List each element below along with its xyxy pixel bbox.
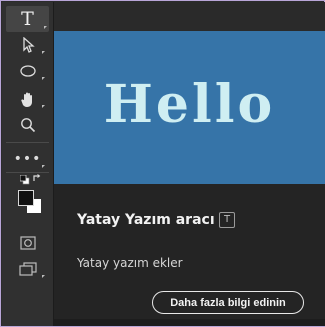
ellipse-tool[interactable] [2, 58, 53, 84]
tool-description: Yatay yazım ekler [77, 256, 183, 270]
default-colors-icon[interactable] [20, 175, 30, 185]
path-selection-flyout-indicator [42, 51, 45, 54]
ellipsis-icon: ••• [13, 151, 42, 167]
screen-mode-flyout-indicator [42, 275, 45, 278]
hello-preview-text: Hello [103, 74, 276, 135]
more-tools-flyout-indicator [42, 165, 45, 168]
swap-colors-icon[interactable] [33, 174, 43, 184]
path-selection-tool[interactable] [2, 32, 53, 58]
quick-mask[interactable] [2, 230, 53, 256]
options-strip [54, 2, 325, 31]
type-tool[interactable]: T [6, 6, 49, 32]
tooltip-preview-image: Hello [54, 31, 325, 184]
bottom-edge [54, 319, 325, 326]
foreground-color-swatch[interactable] [18, 190, 34, 206]
screen-mode[interactable] [2, 256, 53, 282]
ellipse-flyout-indicator [42, 77, 45, 80]
magnifier-icon [20, 118, 35, 133]
color-swatches[interactable] [18, 190, 42, 214]
type-tool-icon: T [21, 8, 34, 30]
shortcut-key-badge: T [219, 212, 235, 228]
hand-icon [20, 92, 32, 107]
toolbar-divider [6, 142, 49, 143]
zoom-tool[interactable] [2, 112, 53, 138]
ellipse-icon [19, 65, 36, 77]
tool-name: Yatay Yazım aracı [77, 212, 215, 228]
hand-tool[interactable] [2, 86, 53, 112]
hand-flyout-indicator [42, 105, 45, 108]
quick-mask-icon [19, 236, 36, 250]
rich-tooltip: Yatay Yazım aracı T Yatay yazım ekler Da… [54, 184, 325, 326]
color-controls [20, 174, 42, 186]
arrow-icon [22, 37, 35, 53]
screen-mode-icon [18, 262, 37, 276]
tools-panel: T ••• [2, 2, 54, 326]
toolbar-divider [6, 172, 49, 173]
more-tools[interactable]: ••• [2, 146, 53, 172]
type-tool-flyout-indicator [44, 26, 47, 29]
learn-more-button[interactable]: Daha fazla bilgi edinin [152, 291, 304, 314]
app-frame: T ••• Hello Yatay Yazım aracı T Yatay ya… [0, 0, 325, 327]
